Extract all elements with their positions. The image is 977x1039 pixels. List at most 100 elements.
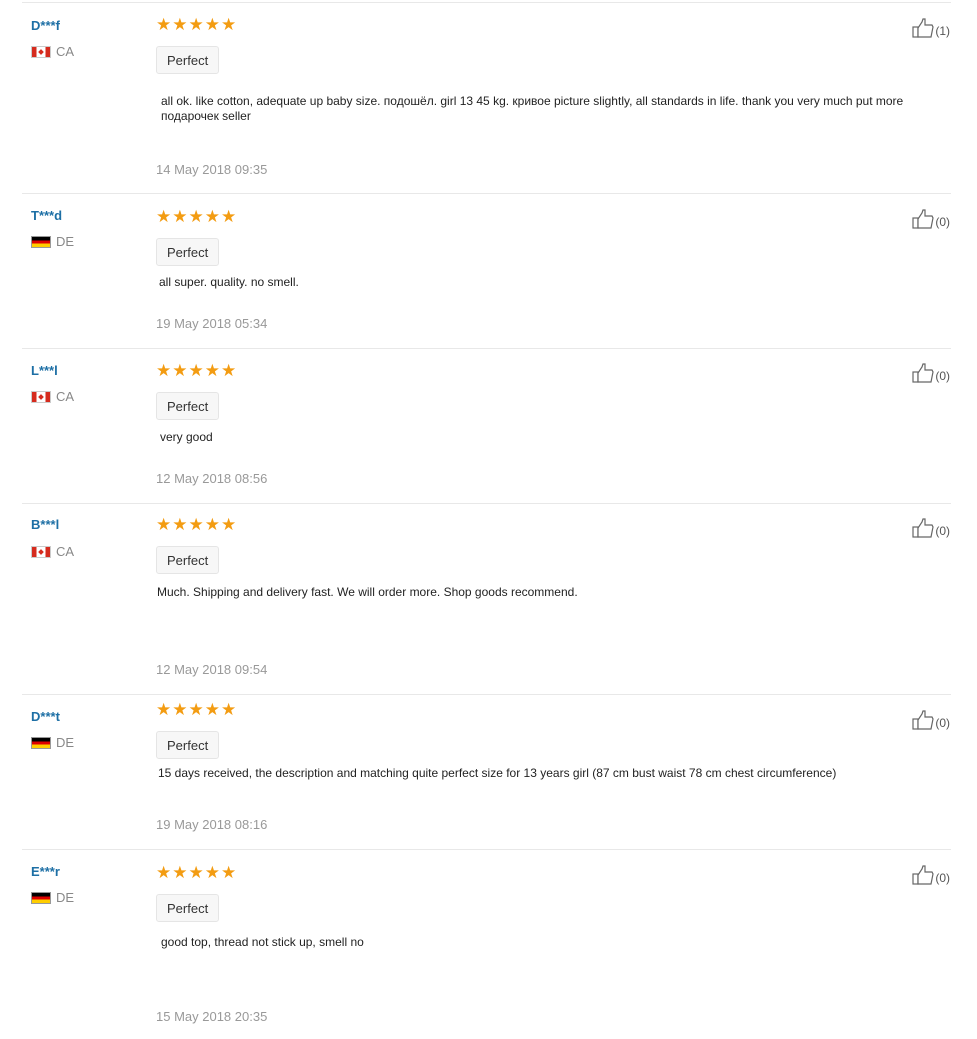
review-divider [22,849,951,850]
review-item: E***r DE ★ ★ ★ ★ ★ Perfect good top, thread … [0,849,977,1039]
thumbs-up-icon[interactable] [912,18,934,38]
star-icon: ★ [188,700,204,719]
helpful-count: (0) [935,871,950,885]
star-icon: ★ [221,207,237,226]
review-date: 19 May 2018 08:16 [156,817,268,832]
review-item: B***l CA ★ ★ ★ ★ ★ Perfect Much. Shipping an… [0,503,977,694]
reviewer-name[interactable]: E***r [31,864,60,879]
helpful-button[interactable]: (0) [912,209,950,229]
star-icon: ★ [221,361,237,380]
review-date: 12 May 2018 09:54 [156,662,268,677]
review-text: very good [160,430,213,444]
star-rating: ★ ★ ★ ★ ★ [156,207,237,226]
star-icon: ★ [156,15,172,34]
star-icon: ★ [188,515,204,534]
review-text: 15 days received, the description and ma… [158,766,837,780]
star-icon: ★ [204,15,220,34]
review-text: all ok. like cotton, adequate up baby si… [161,94,904,123]
star-icon: ★ [172,515,188,534]
review-divider [22,694,951,695]
star-icon: ★ [204,863,220,882]
rating-tag: Perfect [156,894,220,922]
star-icon: ★ [156,361,172,380]
star-icon: ★ [172,361,188,380]
review-item: D***t DE ★ ★ ★ ★ ★ Perfect 15 days received,… [0,694,977,849]
star-icon: ★ [172,700,188,719]
review-divider [22,503,951,504]
star-icon: ★ [188,15,204,34]
star-icon: ★ [221,700,237,719]
star-icon: ★ [221,15,237,34]
review-list: D***f CA ★ ★ ★ ★ ★ Perfect all ok. like cott… [0,0,977,1039]
rating-tag: Perfect [156,392,220,420]
star-icon: ★ [172,15,188,34]
thumbs-up-icon[interactable] [912,363,934,383]
review-item: L***l CA ★ ★ ★ ★ ★ Perfect very good 12 May … [0,348,977,503]
reviewer-name[interactable]: T***d [31,208,62,223]
thumbs-up-icon[interactable] [912,710,934,730]
helpful-button[interactable]: (0) [912,865,950,885]
star-icon: ★ [156,863,172,882]
reviewer-country: CA [31,389,74,404]
helpful-count: (1) [935,24,950,38]
rating-tag: Perfect [156,546,220,574]
review-divider [22,348,951,349]
country-code: DE [56,890,75,905]
review-item: T***d DE ★ ★ ★ ★ ★ Perfect all super. qualit… [0,193,977,348]
country-code: CA [56,544,75,559]
reviewer-country: DE [31,735,74,750]
review-date: 15 May 2018 20:35 [156,1009,268,1024]
helpful-button[interactable]: (1) [912,18,950,38]
star-icon: ★ [221,515,237,534]
reviewer-name[interactable]: D***t [31,709,60,724]
reviewer-country: DE [31,890,74,905]
thumbs-up-icon[interactable] [912,518,934,538]
star-icon: ★ [204,515,220,534]
reviewer-name[interactable]: D***f [31,18,60,33]
canada-flag-icon [31,45,51,58]
canada-flag-icon [31,545,51,558]
helpful-button[interactable]: (0) [912,710,950,730]
review-item: D***f CA ★ ★ ★ ★ ★ Perfect all ok. like cott… [0,2,977,193]
star-icon: ★ [156,207,172,226]
review-divider [22,193,951,194]
germany-flag-icon [31,736,51,749]
star-rating: ★ ★ ★ ★ ★ [156,515,237,534]
review-text: good top, thread not stick up, smell no [161,935,364,949]
thumbs-up-icon[interactable] [912,209,934,229]
helpful-count: (0) [935,215,950,229]
star-icon: ★ [221,863,237,882]
country-code: CA [56,389,75,404]
germany-flag-icon [31,235,51,248]
country-code: DE [56,735,75,750]
reviewer-country: CA [31,544,74,559]
reviewer-country: CA [31,44,74,59]
star-icon: ★ [188,863,204,882]
country-code: CA [56,44,75,59]
review-text: Much. Shipping and delivery fast. We wil… [157,585,578,599]
thumbs-up-icon[interactable] [912,865,934,885]
rating-tag: Perfect [156,238,220,266]
reviewer-country: DE [31,234,74,249]
star-rating: ★ ★ ★ ★ ★ [156,361,237,380]
star-icon: ★ [204,207,220,226]
helpful-count: (0) [935,524,950,538]
helpful-button[interactable]: (0) [912,363,950,383]
review-text: all super. quality. no smell. [159,275,299,289]
star-icon: ★ [156,515,172,534]
star-rating: ★ ★ ★ ★ ★ [156,863,237,882]
helpful-count: (0) [935,369,950,383]
review-date: 12 May 2018 08:56 [156,471,268,486]
helpful-count: (0) [935,716,950,730]
star-icon: ★ [204,700,220,719]
star-rating: ★ ★ ★ ★ ★ [156,15,237,34]
helpful-button[interactable]: (0) [912,518,950,538]
review-date: 19 May 2018 05:34 [156,316,268,331]
reviewer-name[interactable]: B***l [31,517,59,532]
rating-tag: Perfect [156,46,220,74]
review-divider [22,2,951,3]
star-icon: ★ [204,361,220,380]
reviewer-name[interactable]: L***l [31,363,58,378]
star-icon: ★ [188,207,204,226]
country-code: DE [56,234,75,249]
